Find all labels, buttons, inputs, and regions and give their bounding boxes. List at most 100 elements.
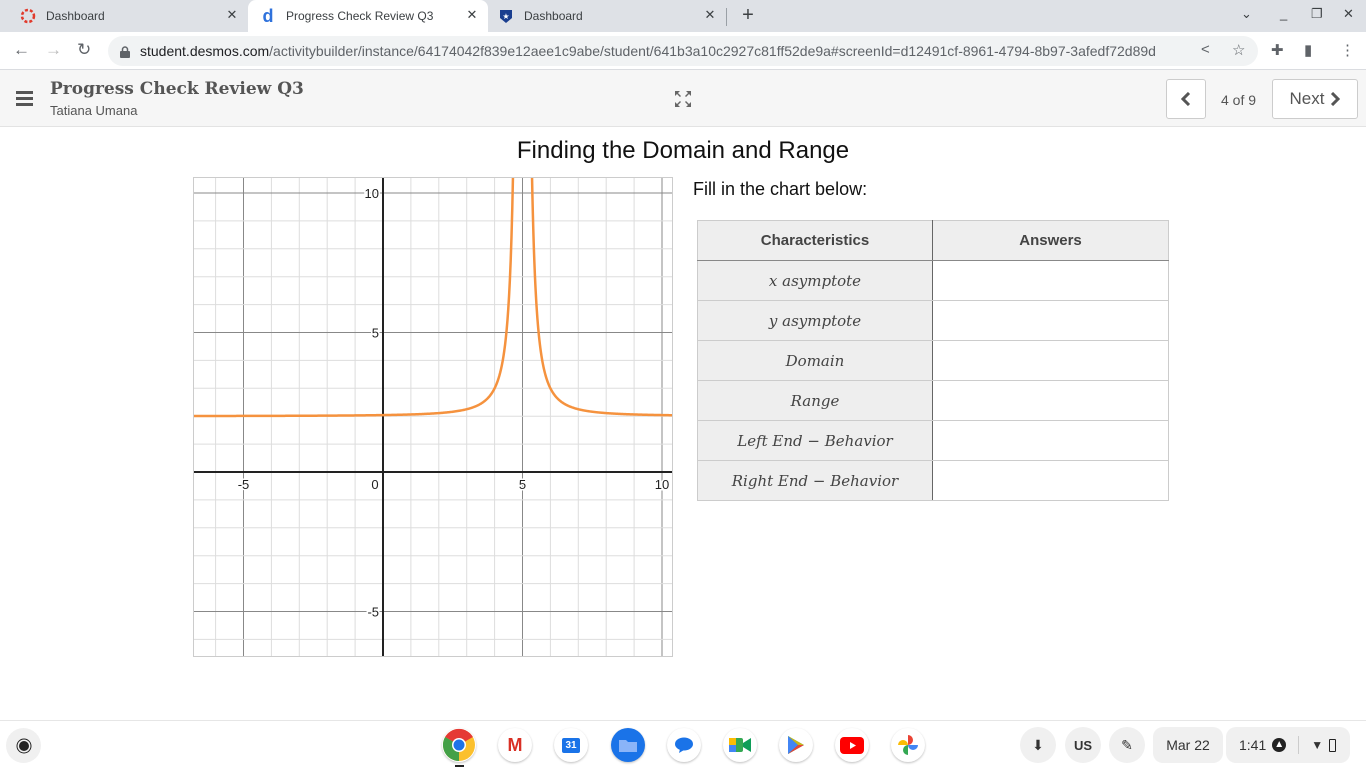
fullscreen-icon[interactable] <box>674 90 692 108</box>
table-row: Domain <box>697 340 1169 381</box>
shield-star-icon: ★ <box>498 8 514 24</box>
battery-icon <box>1329 738 1337 752</box>
os-shelf: M 31 ⬇ US ✎ Mar 22 1:41 ▲ ▼ <box>0 720 1366 768</box>
characteristic-cell: Right End − Behavior <box>697 460 933 501</box>
close-tab-icon[interactable]: ✕ <box>702 7 718 23</box>
desmos-icon: d <box>262 5 274 26</box>
answer-cell[interactable] <box>932 460 1169 501</box>
messages-icon <box>675 737 693 753</box>
restore-button[interactable]: ❐ <box>1311 6 1323 22</box>
y-tick-label: 10 <box>365 186 379 201</box>
lock-icon <box>120 45 130 58</box>
tab-title: Dashboard <box>46 9 105 23</box>
hamburger-menu-icon[interactable] <box>16 91 33 106</box>
activity-header: Progress Check Review Q3 Tatiana Umana 4… <box>0 70 1366 127</box>
address-bar[interactable]: student.desmos.com/activitybuilder/insta… <box>108 36 1258 66</box>
forward-button[interactable]: → <box>45 40 62 60</box>
tab-title: Dashboard <box>524 9 583 23</box>
holding-space-button[interactable]: ⬇ <box>1020 727 1056 763</box>
bookmark-star-icon[interactable]: ☆ <box>1232 41 1245 59</box>
header-answers: Answers <box>932 220 1169 261</box>
url-host: student.desmos.com <box>140 43 270 59</box>
folder-icon <box>619 740 637 752</box>
calendar-icon: 31 <box>562 737 580 753</box>
x-tick-label: 10 <box>655 477 669 492</box>
app-gmail[interactable]: M <box>498 728 532 762</box>
screen-title: Finding the Domain and Range <box>516 137 850 164</box>
clock: 1:41 <box>1239 737 1267 753</box>
ime-button[interactable]: US <box>1065 727 1101 763</box>
svg-text:★: ★ <box>502 12 509 21</box>
close-tab-icon[interactable]: ✕ <box>464 7 480 23</box>
update-icon: ▲ <box>1272 738 1287 752</box>
youtube-icon <box>840 736 864 754</box>
divider <box>1298 736 1300 754</box>
date-button[interactable]: Mar 22 <box>1153 727 1223 763</box>
y-tick-label: -5 <box>367 605 379 620</box>
graph-canvas[interactable]: -5 0 5 10 10 5 -5 <box>193 122 674 656</box>
header-characteristics: Characteristics <box>697 220 933 261</box>
tab-search-icon[interactable]: ⌄ <box>1241 6 1252 22</box>
stylus-tools-button[interactable]: ✎ <box>1109 727 1145 763</box>
prompt-text: Fill in the chart below: <box>693 179 868 199</box>
table-row: Right End − Behavior <box>697 460 1169 501</box>
characteristic-cell: Left End − Behavior <box>697 420 933 461</box>
minimize-button[interactable]: _ <box>1280 6 1287 21</box>
url-path: /activitybuilder/instance/64174042f839e1… <box>269 43 1156 59</box>
side-panel-icon[interactable]: ▮ <box>1304 41 1312 59</box>
share-icon[interactable]: < <box>1201 41 1210 58</box>
photos-icon <box>898 735 918 755</box>
active-app-indicator <box>455 765 464 767</box>
app-messages[interactable] <box>667 728 701 762</box>
x-tick-label: 0 <box>371 477 378 492</box>
curve-right-branch <box>529 122 674 417</box>
browser-toolbar: ← → ↻ student.desmos.com/activitybuilder… <box>0 32 1366 70</box>
tab-separator <box>726 8 727 26</box>
wifi-icon: ▼ <box>1311 738 1324 752</box>
canvas-icon <box>20 8 36 24</box>
table-row: y asymptote <box>697 300 1169 341</box>
tab-dashboard-1[interactable]: Dashboard ✕ <box>8 0 248 32</box>
activity-title: Progress Check Review Q3 <box>50 79 304 99</box>
app-chrome[interactable] <box>442 728 476 762</box>
characteristics-table: Characteristics Answers x asymptote y as… <box>697 220 1169 501</box>
chrome-icon <box>442 728 475 762</box>
menu-icon[interactable]: ⋮ <box>1340 41 1355 59</box>
next-screen-button[interactable]: Next <box>1272 79 1358 119</box>
new-tab-button[interactable]: + <box>738 4 758 27</box>
answer-cell[interactable] <box>932 340 1169 381</box>
app-photos[interactable] <box>891 728 925 762</box>
answer-cell[interactable] <box>932 300 1169 341</box>
app-meet[interactable] <box>723 728 757 762</box>
app-youtube[interactable] <box>835 728 869 762</box>
close-tab-icon[interactable]: ✕ <box>224 7 240 23</box>
tab-strip: Dashboard ✕ d Progress Check Review Q3 ✕… <box>0 0 1366 32</box>
extensions-icon[interactable]: ✚ <box>1271 41 1284 59</box>
app-play-store[interactable] <box>779 728 813 762</box>
app-calendar[interactable]: 31 <box>554 728 588 762</box>
previous-screen-button[interactable] <box>1166 79 1206 119</box>
gmail-icon: M <box>507 734 523 755</box>
x-tick-label: 5 <box>519 477 526 492</box>
reload-button[interactable]: ↻ <box>77 40 91 60</box>
app-files[interactable] <box>611 728 645 762</box>
back-button[interactable]: ← <box>13 40 30 60</box>
answer-cell[interactable] <box>932 420 1169 461</box>
chevron-left-icon <box>1181 92 1191 106</box>
table-row: x asymptote <box>697 260 1169 301</box>
tab-title: Progress Check Review Q3 <box>286 9 434 23</box>
characteristic-cell: Range <box>697 380 933 421</box>
answer-cell[interactable] <box>932 380 1169 421</box>
close-window-button[interactable]: ✕ <box>1343 6 1354 22</box>
status-area[interactable]: 1:41 ▲ ▼ <box>1226 727 1350 763</box>
tab-progress-check[interactable]: d Progress Check Review Q3 ✕ <box>248 0 488 32</box>
student-name: Tatiana Umana <box>50 103 138 118</box>
characteristic-cell: Domain <box>697 340 933 381</box>
x-tick-label: -5 <box>238 477 250 492</box>
download-tray-icon: ⬇ <box>1032 736 1044 753</box>
pen-icon: ✎ <box>1121 736 1133 753</box>
launcher-button[interactable] <box>6 728 41 763</box>
graph-panel[interactable]: -5 0 5 10 10 5 -5 <box>193 122 674 657</box>
answer-cell[interactable] <box>932 260 1169 301</box>
tab-dashboard-2[interactable]: ★ Dashboard ✕ <box>488 0 726 32</box>
